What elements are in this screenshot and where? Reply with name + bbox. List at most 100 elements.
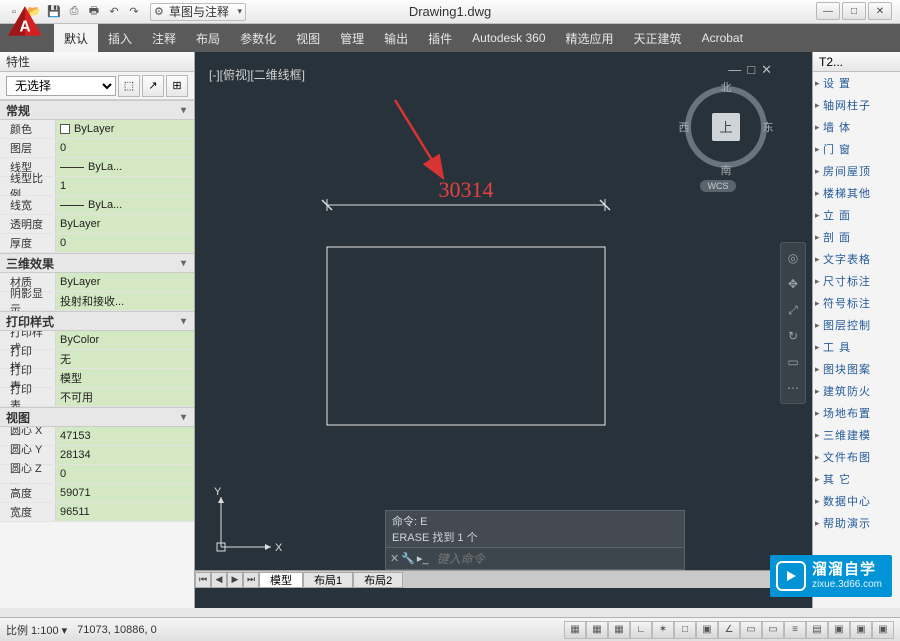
palette-item[interactable]: 尺寸标注 xyxy=(813,270,900,292)
property-row[interactable]: 颜色ByLayer xyxy=(0,120,194,139)
palette-item[interactable]: 门 窗 xyxy=(813,138,900,160)
ribbon-tab[interactable]: 参数化 xyxy=(230,24,286,52)
pan-icon[interactable]: ✥ xyxy=(783,273,803,295)
toggle-infer[interactable]: ▦ xyxy=(564,621,586,639)
ribbon-tab[interactable]: Acrobat xyxy=(692,24,753,52)
palette-item[interactable]: 其 它 xyxy=(813,468,900,490)
category-plot-style[interactable]: 打印样式 xyxy=(0,311,194,331)
toggle-qp[interactable]: ▣ xyxy=(828,621,850,639)
undo-icon[interactable]: ↶ xyxy=(106,4,122,20)
property-value[interactable]: 模型 xyxy=(56,369,194,387)
palette-item[interactable]: 墙 体 xyxy=(813,116,900,138)
ribbon-tab[interactable]: 天正建筑 xyxy=(624,24,692,52)
palette-item[interactable]: 建筑防火 xyxy=(813,380,900,402)
property-row[interactable]: 厚度0 xyxy=(0,234,194,253)
redo-icon[interactable]: ↷ xyxy=(126,4,142,20)
property-value[interactable]: 不可用 xyxy=(56,388,194,406)
annotation-scale[interactable]: 比例 1:100 ▾ xyxy=(6,622,67,638)
palette-item[interactable]: 符号标注 xyxy=(813,292,900,314)
property-value[interactable]: ByLa... xyxy=(56,158,194,176)
quick-select-button[interactable]: ⬚ xyxy=(118,75,140,97)
tab-layout2[interactable]: 布局2 xyxy=(353,572,403,588)
property-value[interactable]: ByColor xyxy=(56,331,194,349)
ribbon-tab[interactable]: 注释 xyxy=(142,24,186,52)
ribbon-tab[interactable]: 插入 xyxy=(98,24,142,52)
property-value[interactable]: 28134 xyxy=(56,446,194,464)
maximize-button[interactable]: □ xyxy=(842,2,866,20)
palette-item[interactable]: 数据中心 xyxy=(813,490,900,512)
toggle-3dosnap[interactable]: ▣ xyxy=(696,621,718,639)
ribbon-tab[interactable]: 输出 xyxy=(374,24,418,52)
app-logo[interactable]: A xyxy=(0,2,50,50)
property-value[interactable]: ByLayer xyxy=(56,215,194,233)
toggle-osnap[interactable]: □ xyxy=(674,621,696,639)
toggle-tpy[interactable]: ▤ xyxy=(806,621,828,639)
palette-item[interactable]: 房间屋顶 xyxy=(813,160,900,182)
palette-item[interactable]: 文件布图 xyxy=(813,446,900,468)
property-value[interactable]: 无 xyxy=(56,350,194,368)
ribbon-tab[interactable]: 插件 xyxy=(418,24,462,52)
property-value[interactable]: 投射和接收... xyxy=(56,292,194,310)
tab-first-icon[interactable]: ⏮ xyxy=(195,572,211,588)
tab-last-icon[interactable]: ⏭ xyxy=(243,572,259,588)
toggle-ducs[interactable]: ▭ xyxy=(740,621,762,639)
tab-layout1[interactable]: 布局1 xyxy=(303,572,353,588)
property-row[interactable]: 宽度96511 xyxy=(0,503,194,522)
palette-item[interactable]: 轴网柱子 xyxy=(813,94,900,116)
property-value[interactable]: 59071 xyxy=(56,484,194,502)
selection-filter[interactable]: 无选择 xyxy=(6,76,116,96)
print-icon[interactable]: 🖶 xyxy=(86,4,102,20)
ribbon-tab[interactable]: 默认 xyxy=(54,24,98,52)
palette-item[interactable]: 工 具 xyxy=(813,336,900,358)
property-row[interactable]: 线型比例1 xyxy=(0,177,194,196)
cmd-close-icon[interactable]: ✕ xyxy=(390,552,399,565)
toggle-pickadd-button[interactable]: ⊞ xyxy=(166,75,188,97)
property-value[interactable]: 47153 xyxy=(56,427,194,445)
category-view[interactable]: 视图 xyxy=(0,407,194,427)
close-button[interactable]: ✕ xyxy=(868,2,892,20)
property-row[interactable]: 透明度ByLayer xyxy=(0,215,194,234)
command-input[interactable] xyxy=(433,552,684,566)
toggle-am[interactable]: ▣ xyxy=(872,621,894,639)
palette-item[interactable]: 图块图案 xyxy=(813,358,900,380)
toggle-grid[interactable]: ▦ xyxy=(608,621,630,639)
ribbon-tab[interactable]: 精选应用 xyxy=(556,24,624,52)
steering-wheel-icon[interactable]: ◎ xyxy=(783,247,803,269)
category-general[interactable]: 常规 xyxy=(0,100,194,120)
saveas-icon[interactable]: ⎙ xyxy=(66,4,82,20)
toggle-snap[interactable]: ▦ xyxy=(586,621,608,639)
tab-next-icon[interactable]: ▶ xyxy=(227,572,243,588)
property-value[interactable]: 96511 xyxy=(56,503,194,521)
showmotion-icon[interactable]: ▭ xyxy=(783,351,803,373)
palette-item[interactable]: 三维建模 xyxy=(813,424,900,446)
palette-item[interactable]: 楼梯其他 xyxy=(813,182,900,204)
palette-item[interactable]: 图层控制 xyxy=(813,314,900,336)
property-value[interactable]: ByLayer xyxy=(56,273,194,291)
nav-more-icon[interactable]: ⋯ xyxy=(783,377,803,399)
property-value[interactable]: ByLa... xyxy=(56,196,194,214)
property-row[interactable]: 阴影显示投射和接收... xyxy=(0,292,194,311)
toggle-ortho[interactable]: ∟ xyxy=(630,621,652,639)
command-line[interactable]: 命令: E ERASE 找到 1 个 ✕ 🔧 ▸_ xyxy=(385,510,685,570)
zoom-extents-icon[interactable]: ⤢ xyxy=(783,299,803,321)
property-row[interactable]: 线宽ByLa... xyxy=(0,196,194,215)
ribbon-tab[interactable]: 布局 xyxy=(186,24,230,52)
toggle-sc[interactable]: ▣ xyxy=(850,621,872,639)
drawing-area[interactable]: [-][俯视][二维线框] — □ ✕ 30314 xyxy=(195,52,812,608)
property-value[interactable]: 0 xyxy=(56,234,194,252)
minimize-button[interactable]: — xyxy=(816,2,840,20)
property-value[interactable]: 0 xyxy=(56,139,194,157)
property-value[interactable]: ByLayer xyxy=(56,120,194,138)
property-row[interactable]: 圆心 Z ...0 xyxy=(0,465,194,484)
workspace-dropdown[interactable]: 草图与注释 xyxy=(150,3,246,21)
viewcube[interactable]: 上 北 东 南 西 WCS xyxy=(676,82,776,192)
property-value[interactable]: 0 xyxy=(56,465,194,483)
palette-item[interactable]: 帮助演示 xyxy=(813,512,900,534)
palette-item[interactable]: 设 置 xyxy=(813,72,900,94)
tab-prev-icon[interactable]: ◀ xyxy=(211,572,227,588)
property-row[interactable]: 打印表...不可用 xyxy=(0,388,194,407)
toggle-lwt[interactable]: ≡ xyxy=(784,621,806,639)
palette-item[interactable]: 文字表格 xyxy=(813,248,900,270)
category-3d-effects[interactable]: 三维效果 xyxy=(0,253,194,273)
toggle-polar[interactable]: ✶ xyxy=(652,621,674,639)
